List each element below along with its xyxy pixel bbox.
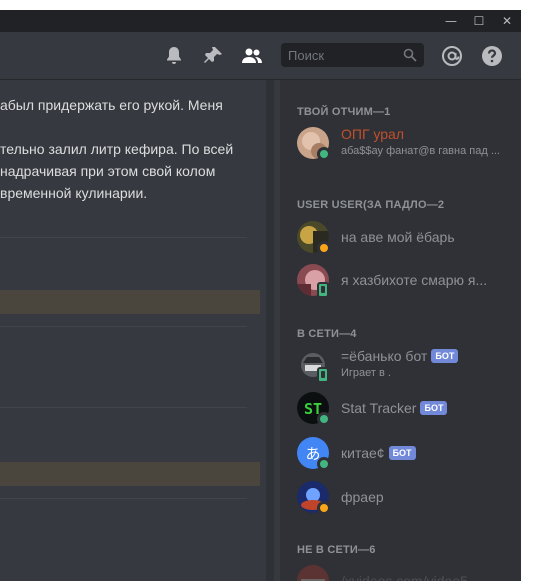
status-indicator bbox=[317, 412, 331, 426]
help-icon[interactable] bbox=[480, 44, 504, 68]
member-activity: аба$$ау фанат@в гавна пад ... bbox=[341, 145, 500, 157]
member-name: фраер bbox=[341, 489, 384, 505]
member-item[interactable]: фраер bbox=[297, 476, 512, 518]
member-list-icon[interactable] bbox=[240, 44, 264, 68]
member-item[interactable]: ОПГ урал аба$$ау фанат@в гавна пад ... bbox=[297, 122, 512, 164]
member-name: =ёбанько бот bbox=[341, 348, 428, 364]
mobile-status-icon bbox=[317, 367, 329, 383]
channel-header: Поиск bbox=[0, 32, 521, 80]
highlighted-message-row bbox=[0, 462, 260, 486]
member-name: /xvideos.com/video5... bbox=[341, 573, 480, 581]
member-group-title: USER USER(ЗА ПАДЛО—2 bbox=[297, 199, 445, 211]
member-item[interactable]: /xvideos.com/video5... bbox=[297, 560, 512, 581]
message-area: абыл придержать его рукой. Меня тельно з… bbox=[0, 80, 278, 581]
status-indicator bbox=[317, 501, 331, 515]
member-name: Stat Tracker bbox=[341, 400, 417, 416]
status-indicator bbox=[317, 241, 331, 255]
minimize-button[interactable]: — bbox=[437, 10, 465, 32]
message-text-line: надрачивая при этом свой колом bbox=[0, 163, 216, 179]
member-item[interactable]: =ёбанько бот БОТ Играет в . bbox=[297, 344, 512, 386]
message-divider bbox=[0, 326, 247, 327]
message-divider bbox=[0, 498, 247, 499]
title-bar: — ☐ ✕ bbox=[0, 10, 521, 32]
message-divider bbox=[0, 237, 247, 238]
member-item[interactable]: я хазбихоте смарю я... bbox=[297, 259, 512, 301]
member-list: ТВОЙ ОТЧИМ—1 ОПГ урал аба$$ау фанат@в га… bbox=[280, 80, 521, 581]
member-name: я хазбихоте смарю я... bbox=[341, 272, 488, 288]
member-name: китае¢ bbox=[341, 445, 385, 461]
status-indicator bbox=[317, 147, 331, 161]
search-input[interactable]: Поиск bbox=[281, 43, 424, 67]
close-button[interactable]: ✕ bbox=[493, 10, 521, 32]
message-text-line: тельно залил литр кефира. По всей bbox=[0, 141, 234, 157]
message-text-line: абыл придержать его рукой. Меня bbox=[0, 97, 223, 113]
member-name: ОПГ урал bbox=[341, 126, 405, 142]
maximize-button[interactable]: ☐ bbox=[465, 10, 493, 32]
mobile-status-icon bbox=[317, 282, 329, 298]
member-name-row: китае¢ БОТ bbox=[341, 445, 416, 461]
avatar bbox=[297, 565, 329, 581]
message-text-line: временной кулинарии. bbox=[0, 185, 148, 201]
member-group-title: В СЕТИ—4 bbox=[297, 328, 357, 340]
member-name-row: =ёбанько бот БОТ bbox=[341, 348, 459, 364]
bell-icon[interactable] bbox=[162, 44, 186, 68]
member-group-title: НЕ В СЕТИ—6 bbox=[297, 544, 376, 556]
member-group-title: ТВОЙ ОТЧИМ—1 bbox=[297, 106, 391, 118]
member-item[interactable]: на аве мой ёбарь bbox=[297, 216, 512, 258]
pin-icon[interactable] bbox=[201, 44, 225, 68]
member-activity: Играет в . bbox=[341, 367, 391, 379]
member-name: на аве мой ёбарь bbox=[341, 229, 455, 245]
bot-badge: БОТ bbox=[388, 446, 416, 460]
discord-window: — ☐ ✕ Поиск абыл придержать его рукой. М… bbox=[0, 10, 521, 581]
bot-badge: БОТ bbox=[431, 349, 459, 363]
bot-badge: БОТ bbox=[420, 401, 448, 415]
member-name-row: Stat Tracker БОТ bbox=[341, 400, 448, 416]
message-divider bbox=[0, 407, 247, 408]
search-icon bbox=[403, 48, 417, 62]
mention-icon[interactable] bbox=[440, 44, 464, 68]
status-indicator bbox=[317, 457, 331, 471]
message-scrollbar[interactable] bbox=[266, 80, 274, 581]
search-placeholder: Поиск bbox=[288, 48, 325, 63]
member-item[interactable]: あ китае¢ БОТ bbox=[297, 432, 512, 474]
member-item[interactable]: ST Stat Tracker БОТ bbox=[297, 387, 512, 429]
highlighted-message-row bbox=[0, 290, 260, 314]
